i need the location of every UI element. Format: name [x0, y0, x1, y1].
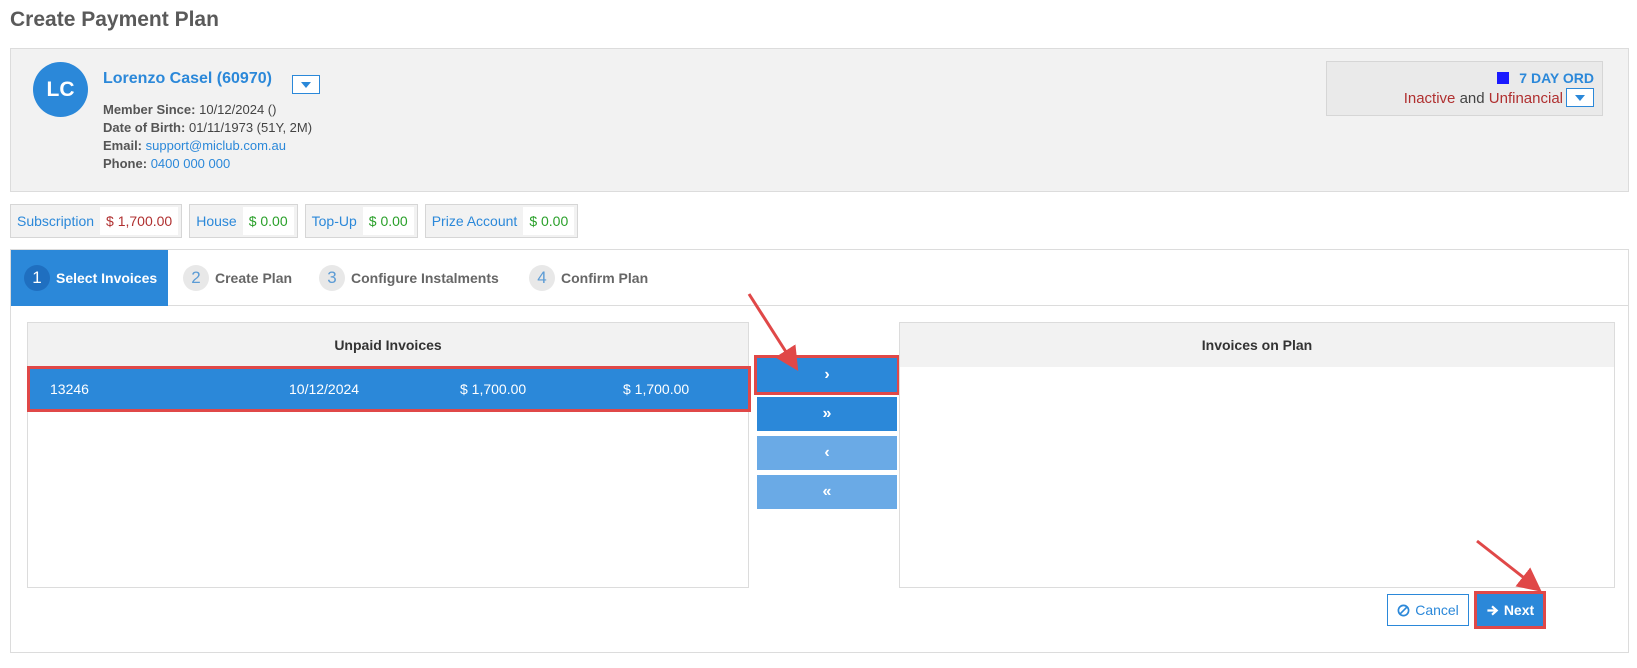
membership-color-swatch [1497, 72, 1510, 84]
step-label: Select Invoices [56, 270, 158, 286]
chevron-left-icon: ‹ [824, 444, 830, 461]
account-name: Prize Account [431, 213, 518, 229]
member-info: Member Since: 10/12/2024 () Date of Birt… [103, 101, 312, 173]
state-joiner: and [1459, 90, 1485, 107]
member-since-value: 10/12/2024 () [199, 102, 277, 117]
step-number: 3 [319, 265, 345, 291]
cancel-label: Cancel [1415, 602, 1459, 618]
ban-icon [1397, 604, 1410, 616]
dob-label: Date of Birth: [103, 120, 186, 135]
account-subscription[interactable]: Subscription $ 1,700.00 [10, 204, 183, 238]
account-prize[interactable]: Prize Account $ 0.00 [424, 204, 579, 238]
membership-status-box: 7 DAY ORD Inactive and Unfinancial [1326, 61, 1603, 116]
account-top-up[interactable]: Top-Up $ 0.00 [304, 204, 418, 238]
step-confirm-plan[interactable]: 4 Confirm Plan [529, 250, 648, 306]
membership-state: Inactive and Unfinancial [1404, 90, 1563, 107]
page-title: Create Payment Plan [10, 8, 219, 31]
step-select-invoices[interactable]: 1 Select Invoices [11, 250, 168, 306]
move-selected-button[interactable]: › [754, 355, 900, 395]
email-label: Email: [103, 138, 143, 153]
step-label: Configure Instalments [351, 270, 499, 286]
invoices-on-plan-panel: Invoices on Plan [899, 322, 1615, 588]
remove-all-button[interactable]: « [757, 475, 897, 509]
step-configure-instalments[interactable]: 3 Configure Instalments [319, 250, 499, 306]
member-panel: LC Lorenzo Casel (60970) Member Since: 1… [10, 48, 1629, 192]
move-all-button[interactable]: » [757, 397, 897, 431]
invoices-on-plan-header: Invoices on Plan [900, 323, 1614, 367]
account-value: $ 0.00 [242, 207, 294, 235]
account-value: $ 0.00 [362, 207, 414, 235]
arrow-right-icon [1487, 604, 1499, 616]
status-dropdown[interactable] [1566, 88, 1594, 107]
account-balances: Subscription $ 1,700.00 House $ 0.00 Top… [10, 204, 579, 238]
step-label: Create Plan [215, 270, 293, 286]
email-link[interactable]: support@miclub.com.au [146, 138, 286, 153]
invoice-amount: $ 1,700.00 [460, 381, 527, 397]
member-name-link[interactable]: Lorenzo Casel (60970) [103, 70, 272, 88]
next-label: Next [1503, 602, 1535, 618]
invoice-number: 13246 [50, 381, 89, 397]
membership-type-label: 7 DAY ORD [1519, 70, 1594, 86]
invoice-row[interactable]: 13246 10/12/2024 $ 1,700.00 $ 1,700.00 [27, 366, 751, 412]
phone-label: Phone: [103, 156, 148, 171]
state-unfinancial: Unfinancial [1488, 90, 1563, 107]
step-number: 4 [529, 265, 555, 291]
dob-value: 01/11/1973 (51Y, 2M) [188, 120, 313, 135]
caret-down-icon [301, 81, 311, 88]
account-house[interactable]: House $ 0.00 [189, 204, 298, 238]
phone-link[interactable]: 0400 000 000 [151, 156, 231, 171]
step-create-plan[interactable]: 2 Create Plan [183, 250, 292, 306]
remove-selected-button[interactable]: ‹ [757, 436, 897, 470]
account-name: Subscription [17, 213, 95, 229]
member-since-label: Member Since: [103, 102, 196, 117]
chevron-right-icon: › [824, 366, 830, 383]
account-value: $ 1,700.00 [100, 207, 179, 235]
payment-plan-wizard: 1 Select Invoices 2 Create Plan 3 Config… [10, 249, 1629, 653]
member-actions-dropdown[interactable] [292, 75, 320, 94]
double-chevron-left-icon: « [822, 483, 832, 500]
double-chevron-right-icon: » [822, 405, 832, 422]
step-label: Confirm Plan [561, 270, 649, 286]
step-number: 1 [24, 265, 50, 291]
account-name: House [196, 213, 237, 229]
wizard-steps: 1 Select Invoices 2 Create Plan 3 Config… [11, 250, 1628, 306]
unpaid-invoices-header: Unpaid Invoices [28, 323, 748, 367]
account-value: $ 0.00 [523, 207, 575, 235]
membership-type: 7 DAY ORD [1497, 70, 1594, 86]
caret-down-icon [1575, 94, 1585, 101]
state-inactive: Inactive [1403, 90, 1456, 107]
cancel-button[interactable]: Cancel [1387, 594, 1469, 626]
invoice-outstanding: $ 1,700.00 [623, 381, 690, 397]
avatar: LC [33, 62, 88, 117]
next-button[interactable]: Next [1474, 591, 1546, 629]
unpaid-invoices-panel: Unpaid Invoices 13246 10/12/2024 $ 1,700… [27, 322, 751, 588]
step-number: 2 [183, 265, 209, 291]
invoice-date: 10/12/2024 [289, 381, 360, 397]
account-name: Top-Up [311, 213, 357, 229]
